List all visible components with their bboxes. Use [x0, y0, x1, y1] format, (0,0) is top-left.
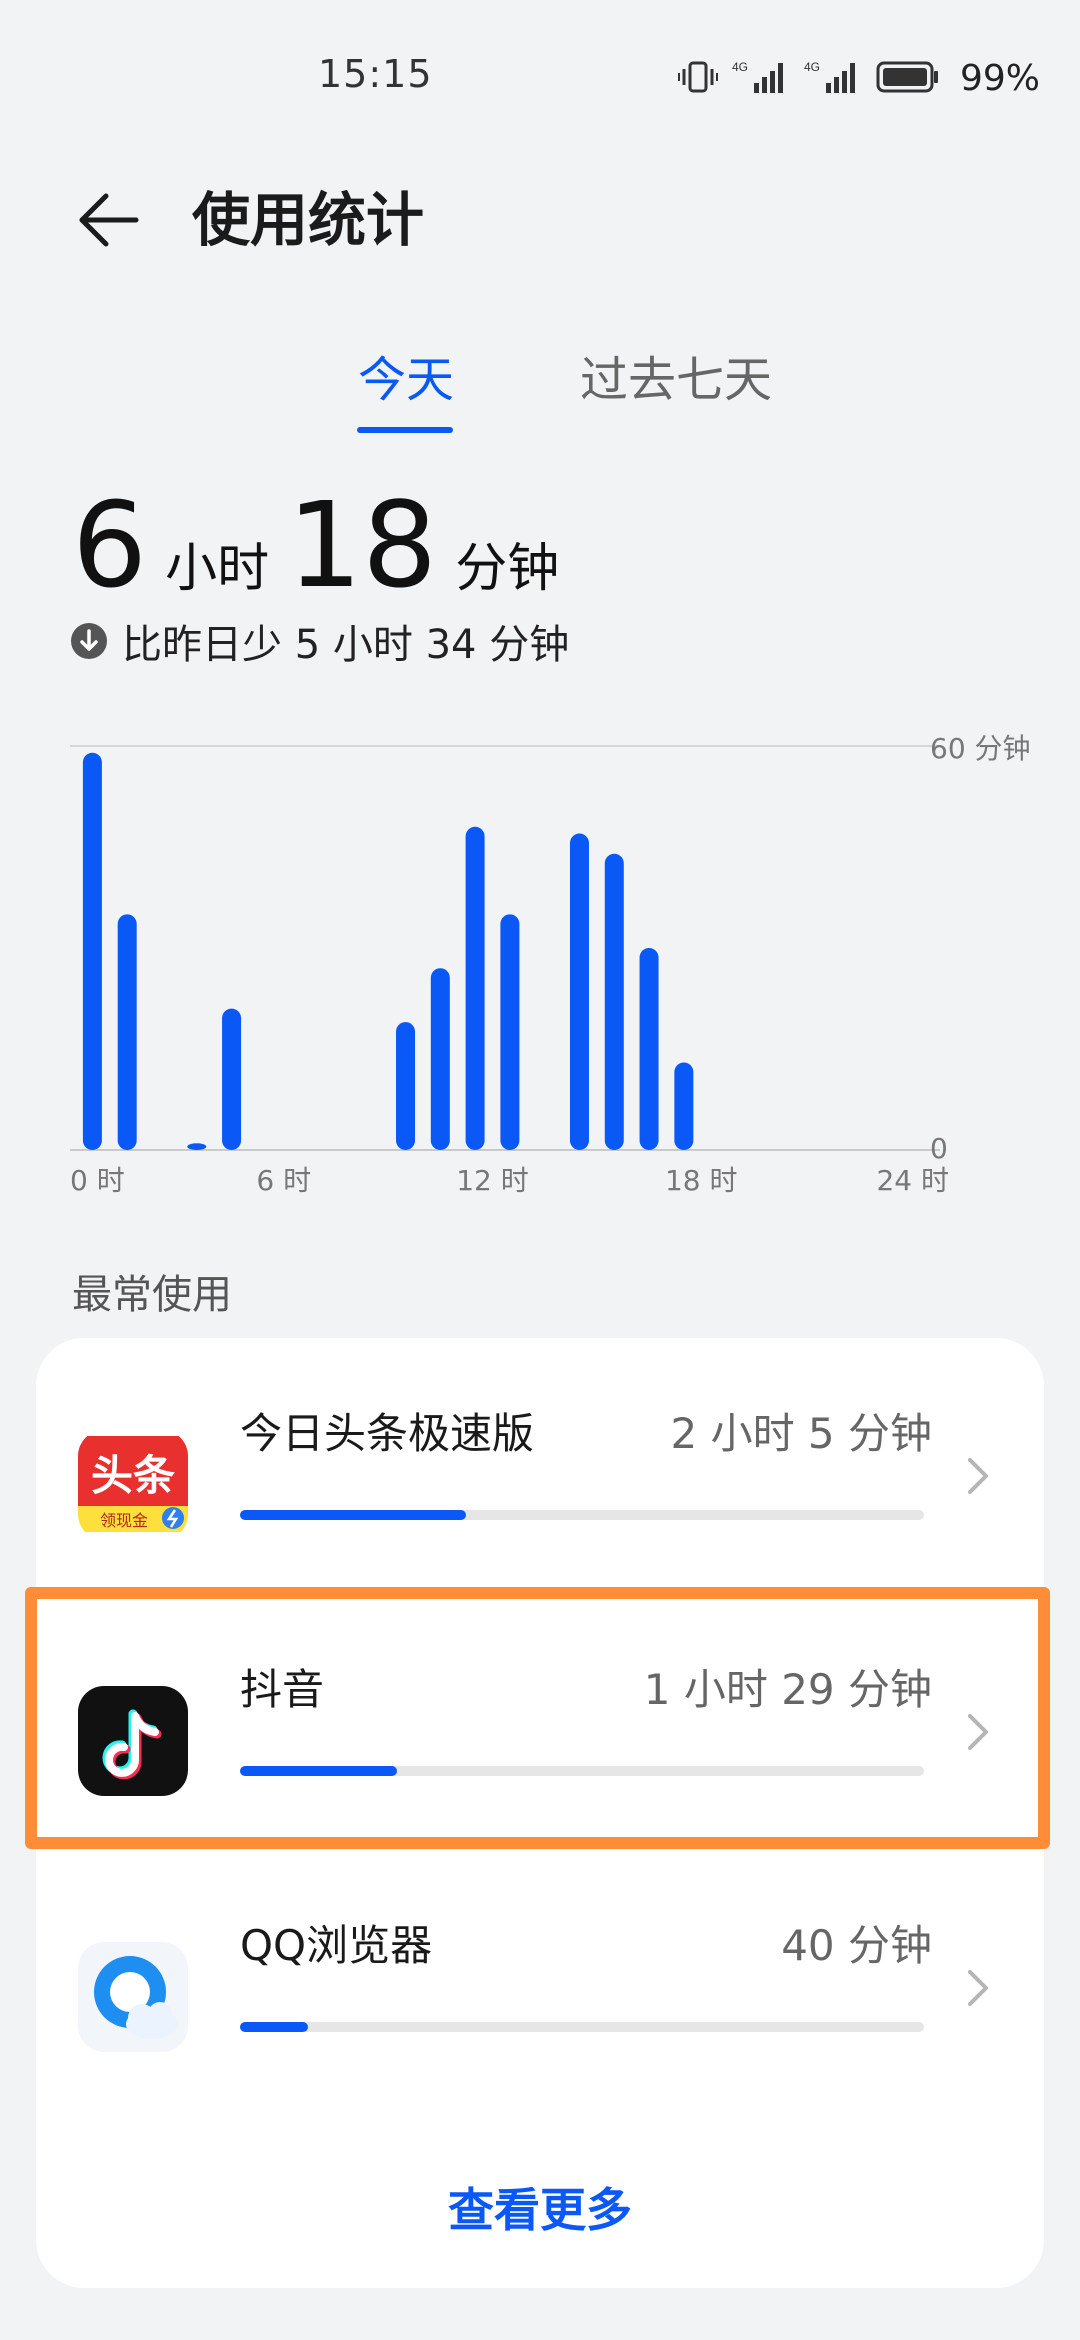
- back-arrow-icon: [79, 193, 139, 247]
- toutiao-icon-subtext: 领现金: [100, 1511, 148, 1530]
- usage-stats-screen: 15:15 4G 4G 99% 使用统计 今天 过去七天 6 小时 18 分钟 …: [0, 0, 1080, 2340]
- chevron-right-icon: [968, 1714, 988, 1750]
- section-title: 最常使用: [72, 1272, 232, 1318]
- chart-x-tick-label: 24 时: [876, 1164, 949, 1197]
- usage-bar-track: [240, 1510, 924, 1520]
- usage-bar-fill: [240, 1510, 466, 1520]
- view-more-button[interactable]: 查看更多: [36, 2174, 1044, 2240]
- chart-bar: [465, 826, 485, 1150]
- chart-bar: [604, 853, 624, 1150]
- signal-icon-2: 4G: [804, 59, 862, 99]
- usage-bar-track: [240, 2022, 924, 2032]
- app-name: 今日头条极速版: [240, 1409, 535, 1458]
- tab-today[interactable]: 今天: [358, 345, 454, 415]
- battery-icon: [876, 60, 940, 98]
- vibrate-icon: [677, 59, 718, 99]
- app-name: QQ浏览器: [240, 1921, 433, 1970]
- chevron-right-icon: [968, 1458, 988, 1494]
- app-row-toutiao[interactable]: 头条 领现金 今日头条极速版 2 小时 5 分钟: [36, 1338, 1044, 1588]
- battery-percent: 99%: [959, 58, 1040, 99]
- down-arrow-icon: [71, 623, 107, 659]
- total-hours: 6: [72, 476, 148, 614]
- chart-bar: [396, 1022, 416, 1150]
- usage-bar-track: [240, 1766, 924, 1776]
- chart-bar: [117, 914, 137, 1150]
- app-usage-time: 2 小时 5 分钟: [670, 1409, 933, 1458]
- hourly-usage-chart: 60 分钟 0 0 时 6 时 12 时 18 时 24 时: [70, 720, 1050, 1220]
- chevron-right-icon: [968, 1970, 988, 2006]
- chart-bar: [187, 1143, 207, 1150]
- toutiao-icon: 头条 领现金: [78, 1430, 188, 1540]
- tab-bar: 今天 过去七天: [0, 345, 1080, 445]
- chart-y-tick-label: 0: [930, 1132, 948, 1165]
- toutiao-icon-text: 头条: [91, 1451, 175, 1500]
- chart-bar: [674, 1062, 694, 1150]
- total-usage: 6 小时 18 分钟: [72, 480, 577, 610]
- chart-x-tick-label: 6 时: [256, 1164, 311, 1197]
- chart-bar: [500, 914, 520, 1150]
- back-button[interactable]: [68, 180, 148, 260]
- chart-bar: [430, 968, 450, 1150]
- chart-bar: [222, 1008, 242, 1150]
- app-usage-time: 1 小时 29 分钟: [643, 1665, 932, 1714]
- total-hours-unit: 小时: [165, 539, 270, 599]
- tab-indicator: [357, 427, 453, 433]
- app-row-douyin[interactable]: 抖音 1 小时 29 分钟: [36, 1594, 1044, 1844]
- app-name: 抖音: [240, 1665, 325, 1714]
- chart-x-tick-label: 0 时: [70, 1164, 125, 1197]
- status-time: 15:15: [318, 52, 433, 96]
- header: 使用统计: [0, 170, 1080, 270]
- compare-text: 比昨日少 5 小时 34 分钟: [122, 622, 570, 668]
- douyin-icon: [78, 1686, 188, 1796]
- compare-yesterday: 比昨日少 5 小时 34 分钟: [70, 612, 569, 670]
- status-icons: 4G 4G 99%: [677, 58, 1040, 99]
- page-title: 使用统计: [192, 186, 425, 254]
- app-row-qq-browser[interactable]: QQ浏览器 40 分钟: [36, 1850, 1044, 2100]
- qq-browser-icon: [78, 1942, 188, 2052]
- usage-bar-fill: [240, 1766, 398, 1776]
- chart-bar: [82, 752, 102, 1150]
- most-used-card: 头条 领现金 今日头条极速版 2 小时 5 分钟 抖音 1 小时 29 分钟 Q…: [36, 1338, 1044, 2288]
- total-minutes-unit: 分钟: [455, 539, 560, 599]
- app-usage-time: 40 分钟: [781, 1921, 932, 1970]
- chart-y-tick-label: 60 分钟: [930, 732, 1031, 765]
- chart-svg: 60 分钟 0 0 时 6 时 12 时 18 时 24 时: [70, 732, 1031, 1197]
- chart-x-tick-label: 12 时: [456, 1164, 529, 1197]
- total-minutes: 18: [287, 476, 438, 614]
- network-label-2: 4G: [804, 60, 820, 74]
- chart-bar: [639, 948, 659, 1150]
- usage-bar-fill: [240, 2022, 309, 2032]
- signal-icon: 4G: [732, 59, 790, 99]
- chart-x-tick-label: 18 时: [665, 1164, 738, 1197]
- network-label-1: 4G: [732, 60, 748, 74]
- tab-past-seven-days[interactable]: 过去七天: [580, 345, 772, 415]
- status-bar: 15:15 4G 4G 99%: [0, 0, 1080, 150]
- chart-bar: [569, 833, 589, 1150]
